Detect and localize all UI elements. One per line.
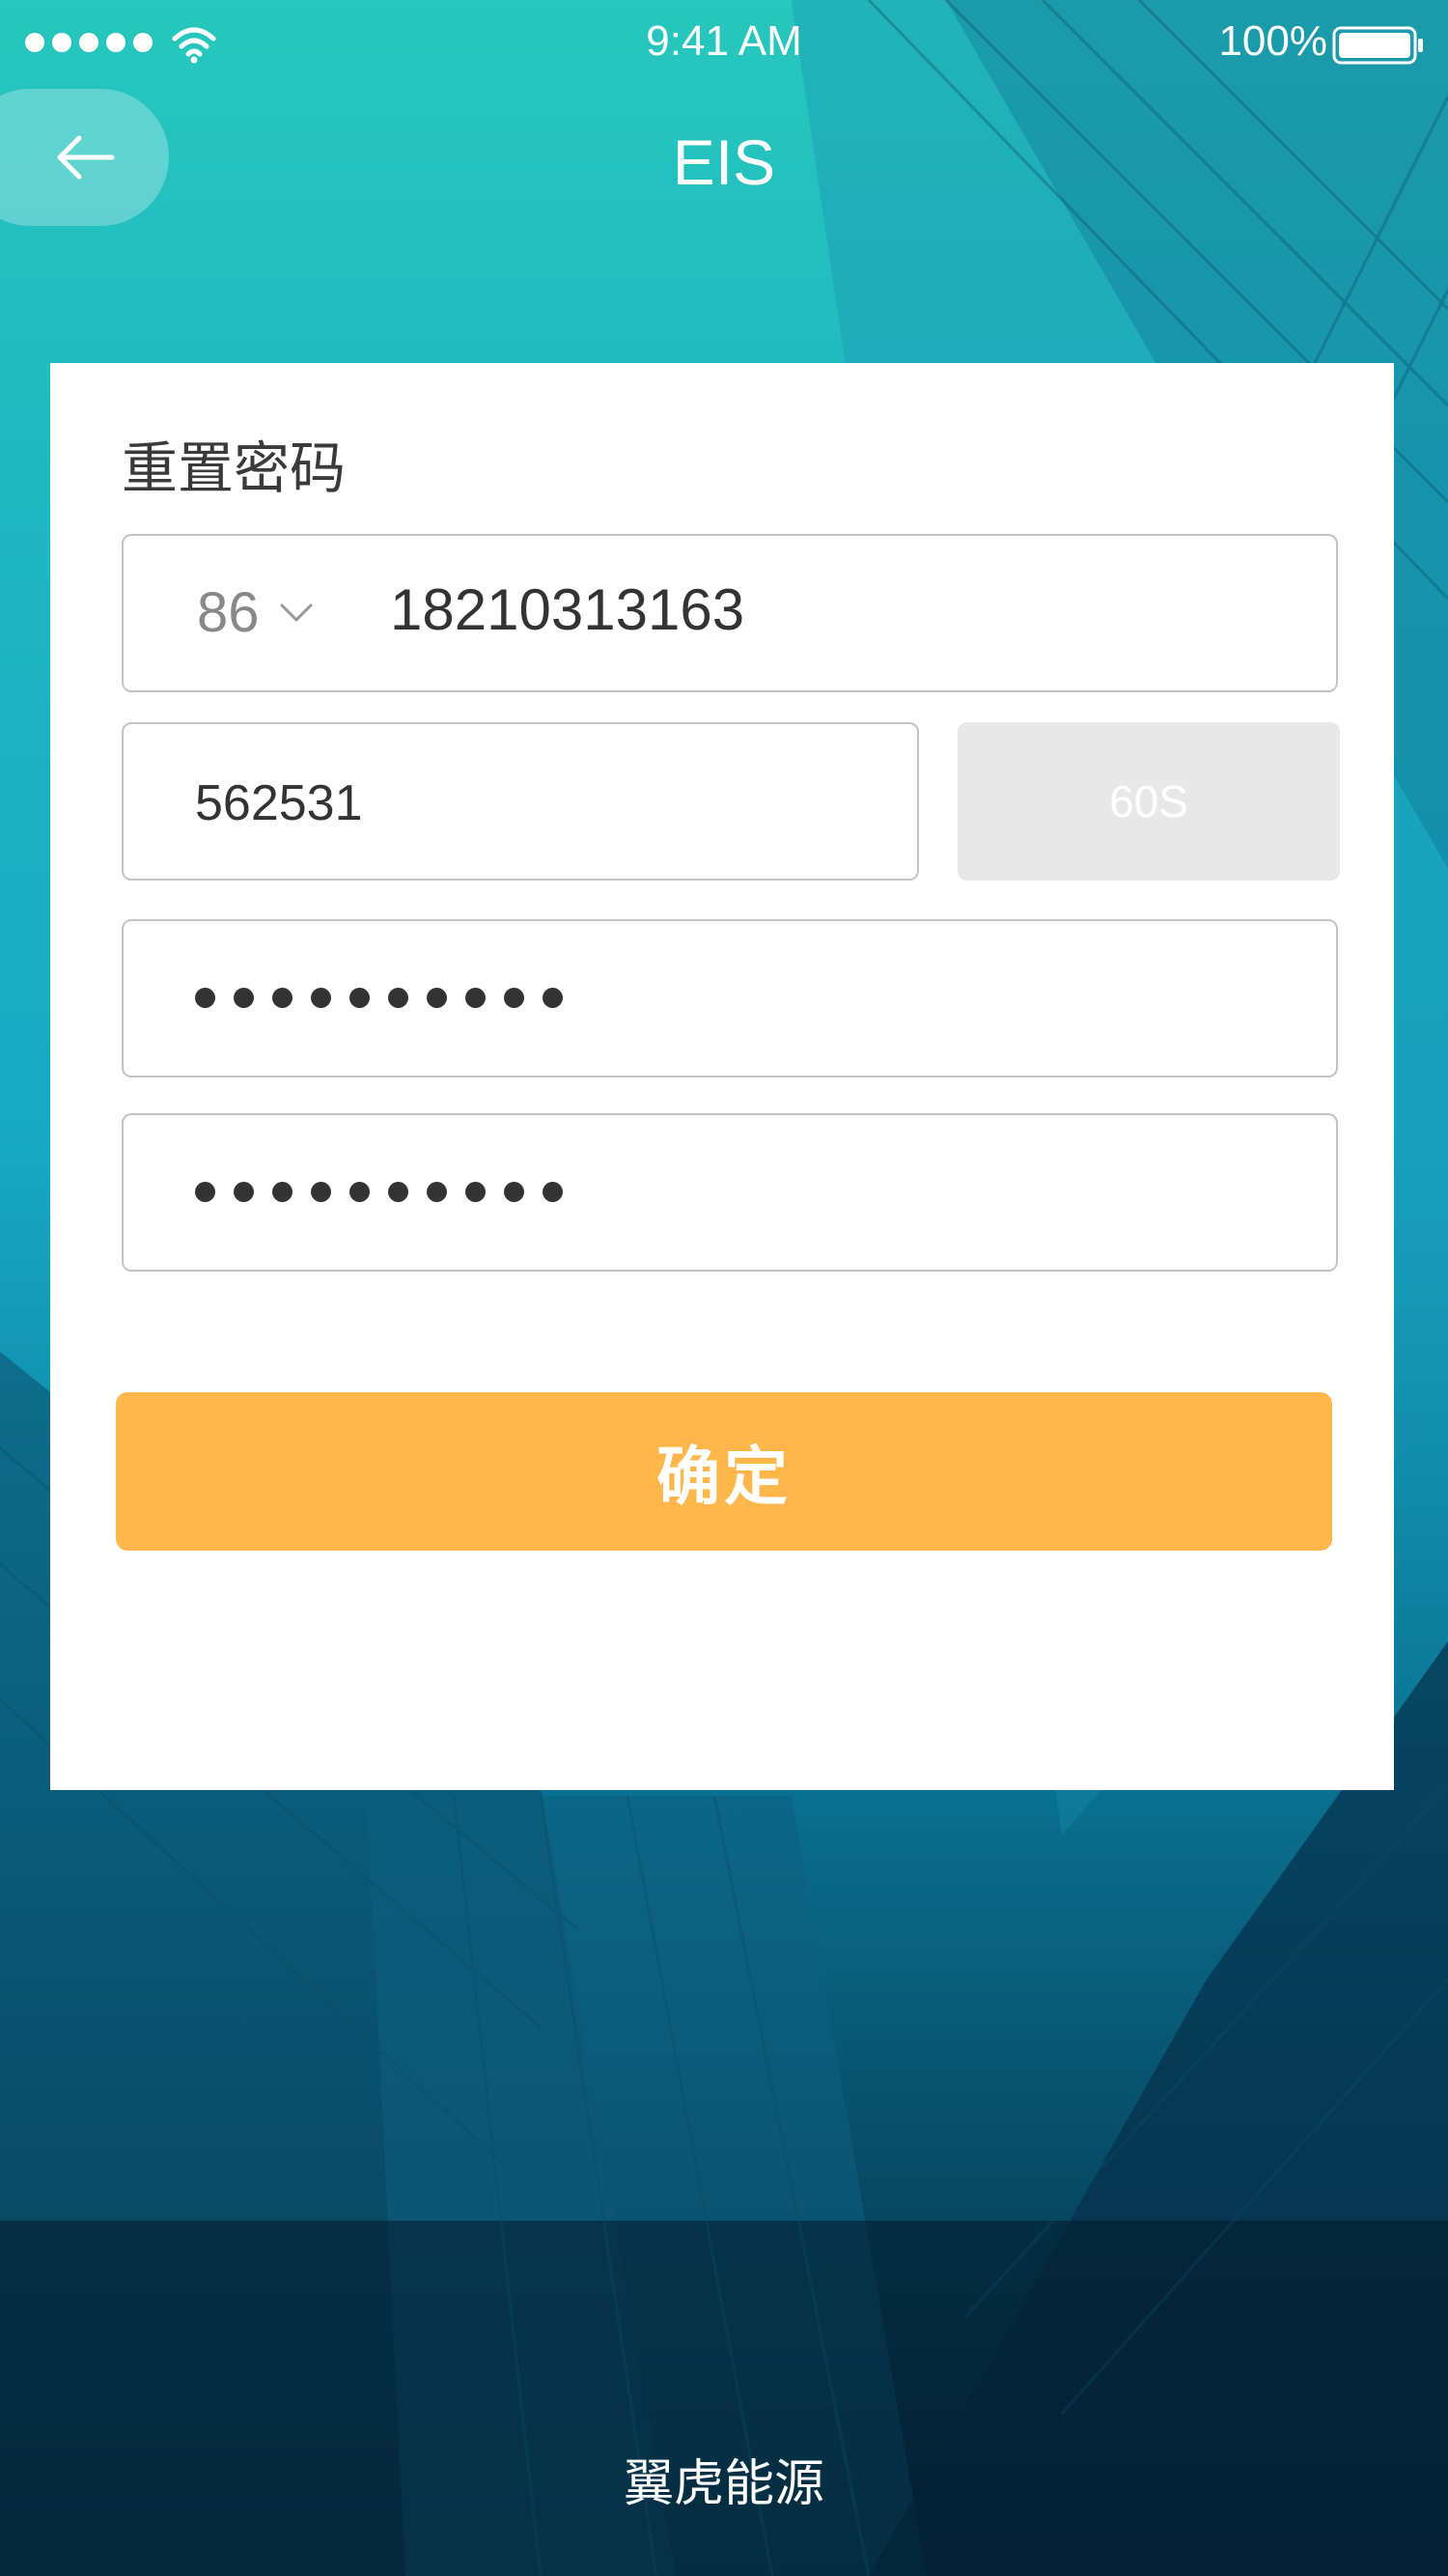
phone-field[interactable]: 86 18210313163 [122,534,1338,692]
confirm-password-field[interactable] [122,1113,1338,1272]
form-title: 重置密码 [122,435,347,501]
confirm-password-mask [195,1182,563,1202]
battery-icon [1332,26,1423,65]
country-code-value: 86 [197,581,260,644]
phone-input[interactable]: 18210313163 [390,576,744,643]
verification-code-field[interactable]: 562531 [122,722,919,881]
page-title: EIS [672,126,776,198]
status-bar: 9:41 AM 100% [0,0,1448,89]
new-password-field[interactable] [122,919,1338,1078]
password-mask [195,988,563,1008]
footer-brand: 翼虎能源 [623,2455,824,2513]
country-code-select[interactable]: 86 [197,580,314,645]
battery-percentage: 100% [1218,17,1327,65]
reset-password-card: 重置密码 86 18210313163 562531 60S 确定 [50,363,1394,1790]
resend-code-countdown-button: 60S [958,722,1340,881]
chevron-down-icon [280,603,313,621]
verification-code-input[interactable]: 562531 [195,774,363,832]
confirm-button[interactable]: 确定 [116,1392,1332,1551]
